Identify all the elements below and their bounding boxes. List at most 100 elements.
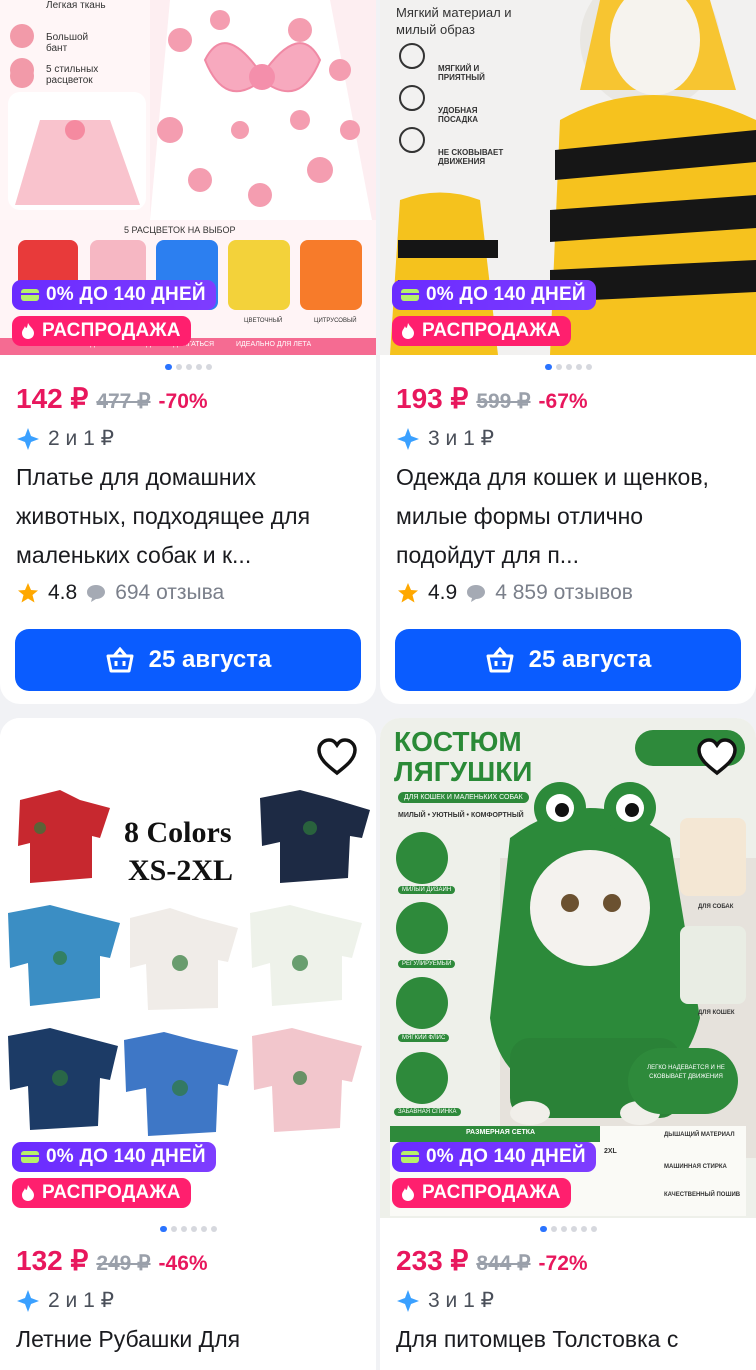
image-caption: МИЛЫЙ ДИЗАЙН xyxy=(398,886,456,894)
image-caption: 8 Colors xyxy=(124,816,232,849)
image-caption: ЦИТРУСОВЫЙ xyxy=(314,318,357,324)
sale-badge: РАСПРОДАЖА xyxy=(392,316,571,346)
product-title[interactable]: Для питомцев Толстовка с xyxy=(396,1320,742,1359)
pager-dot xyxy=(570,1226,577,1232)
image-caption: ЛЯГУШКИ xyxy=(394,756,533,787)
sparkle-icon xyxy=(397,1289,419,1312)
discount: -46% xyxy=(158,1252,208,1275)
image-caption: НЕ СКОВЫВАЕТ ДВИЖЕНИЯ xyxy=(438,148,504,166)
image-caption: Большой бант xyxy=(46,32,89,54)
fire-icon xyxy=(402,1185,414,1201)
heart-icon[interactable] xyxy=(696,738,738,776)
fire-icon xyxy=(22,323,34,339)
product-card[interactable]: Легкая ткань Большой бант 5 стильных рас… xyxy=(0,0,376,704)
delivery-date: 25 августа xyxy=(528,646,652,673)
star-icon xyxy=(398,583,418,603)
discount: -72% xyxy=(538,1252,588,1275)
pager-dot xyxy=(575,364,582,370)
image-caption: Легкая ткань xyxy=(46,0,106,11)
installment-text: 3 и 1 ₽ xyxy=(428,427,494,450)
product-card[interactable]: КОСТЮМ ЛЯГУШКИ ДЛЯ КОШЕК И МАЛЕНЬКИХ СОБ… xyxy=(380,718,756,1370)
image-caption: МАШИННАЯ СТИРКА xyxy=(664,1164,727,1170)
pager-dot xyxy=(585,364,592,370)
pager-dot xyxy=(544,364,552,370)
image-caption: 5 РАСЦВЕТОК НА ВЫБОР xyxy=(124,225,236,235)
product-grid: Легкая ткань Большой бант 5 стильных рас… xyxy=(0,0,756,1370)
pager-dot xyxy=(539,1226,547,1232)
price: 142 ₽ xyxy=(16,383,89,414)
image-caption: ДЛЯ КОШЕК И МАЛЕНЬКИХ СОБАК xyxy=(398,792,529,803)
old-price: 599 ₽ xyxy=(476,390,531,413)
pager-dot xyxy=(200,1226,207,1232)
pager-dot xyxy=(190,1226,197,1232)
product-title[interactable]: Платье для домашних животных, подходящее… xyxy=(16,458,362,575)
image-caption: 5 стильных расцветок xyxy=(46,64,99,86)
comment-icon xyxy=(467,585,486,602)
card-icon xyxy=(21,1151,39,1163)
price-row: 193 ₽ 599 ₽ -67% xyxy=(396,382,588,415)
image-caption: ДЛЯ КОШЕК xyxy=(698,1010,735,1016)
pager-dot xyxy=(195,364,202,370)
pager-dot xyxy=(205,364,212,370)
image-pager xyxy=(380,364,756,370)
badges: 0% ДО 140 ДНЕЙ РАСПРОДАЖА xyxy=(12,1142,216,1208)
rating-value: 4.9 xyxy=(428,581,458,604)
add-to-cart-button[interactable]: 25 августа xyxy=(395,629,741,691)
reviews-count[interactable]: 694 отзыва xyxy=(115,581,224,605)
sale-badge: РАСПРОДАЖА xyxy=(12,1178,191,1208)
pager-dot xyxy=(159,1226,167,1232)
pager-dot xyxy=(590,1226,597,1232)
image-caption: РЕГУЛИРУЕМЫЙ xyxy=(398,960,456,968)
installment-row: 2 и 1 ₽ xyxy=(16,426,114,451)
sale-badge: РАСПРОДАЖА xyxy=(392,1178,571,1208)
installment-badge: 0% ДО 140 ДНЕЙ xyxy=(392,1142,596,1172)
image-pager xyxy=(0,1226,376,1232)
price: 132 ₽ xyxy=(16,1245,89,1276)
pager-dot xyxy=(580,1226,587,1232)
image-caption: ЦВЕТОЧНЫЙ xyxy=(244,318,283,324)
fire-icon xyxy=(22,1185,34,1201)
image-pager xyxy=(0,364,376,370)
basket-icon xyxy=(486,647,514,673)
star-icon xyxy=(18,583,38,603)
image-caption: УДОБНАЯ ПОСАДКА xyxy=(438,106,478,124)
badges: 0% ДО 140 ДНЕЙ РАСПРОДАЖА xyxy=(392,280,596,346)
installment-badge: 0% ДО 140 ДНЕЙ xyxy=(12,1142,216,1172)
card-icon xyxy=(401,289,419,301)
card-icon xyxy=(401,1151,419,1163)
installment-row: 2 и 1 ₽ xyxy=(16,1288,114,1313)
fire-icon xyxy=(402,323,414,339)
rating-value: 4.8 xyxy=(48,581,78,604)
old-price: 249 ₽ xyxy=(96,1252,151,1275)
sparkle-icon xyxy=(17,427,39,450)
discount: -70% xyxy=(158,390,208,413)
pager-dot xyxy=(565,364,572,370)
product-title[interactable]: Летние Рубашки Для xyxy=(16,1320,362,1359)
price: 233 ₽ xyxy=(396,1245,469,1276)
product-title[interactable]: Одежда для кошек и щенков, милые формы о… xyxy=(396,458,742,575)
rating-row: 4.9 4 859 отзывов xyxy=(396,581,633,605)
old-price: 477 ₽ xyxy=(96,390,151,413)
pager-dot xyxy=(180,1226,187,1232)
product-card[interactable]: Мягкий материал и милый образ МЯГКИЙ И П… xyxy=(380,0,756,704)
price-row: 233 ₽ 844 ₽ -72% xyxy=(396,1244,588,1277)
pager-dot xyxy=(210,1226,217,1232)
pager-dot xyxy=(175,364,182,370)
heart-icon[interactable] xyxy=(316,738,358,776)
reviews-count[interactable]: 4 859 отзывов xyxy=(495,581,633,605)
product-card[interactable]: 8 Colors XS-2XL 0% ДО 140 ДНЕЙ РАСПРОДАЖ… xyxy=(0,718,376,1370)
add-to-cart-button[interactable]: 25 августа xyxy=(15,629,361,691)
installment-text: 3 и 1 ₽ xyxy=(428,1289,494,1312)
image-caption: ЗАБАВНАЯ СПИНКА xyxy=(394,1108,461,1116)
installment-row: 3 и 1 ₽ xyxy=(396,426,494,451)
image-caption: МЯГКИЙ И ПРИЯТНЫЙ xyxy=(438,64,485,82)
sale-badge: РАСПРОДАЖА xyxy=(12,316,191,346)
image-caption: ИДЕАЛЬНО ДЛЯ ЛЕТА xyxy=(236,341,312,348)
pager-dot xyxy=(185,364,192,370)
image-caption: ДЛЯ СОБАК xyxy=(698,904,734,910)
pager-dot xyxy=(550,1226,557,1232)
card-icon xyxy=(21,289,39,301)
old-price: 844 ₽ xyxy=(476,1252,531,1275)
basket-icon xyxy=(106,647,134,673)
pager-dot xyxy=(560,1226,567,1232)
